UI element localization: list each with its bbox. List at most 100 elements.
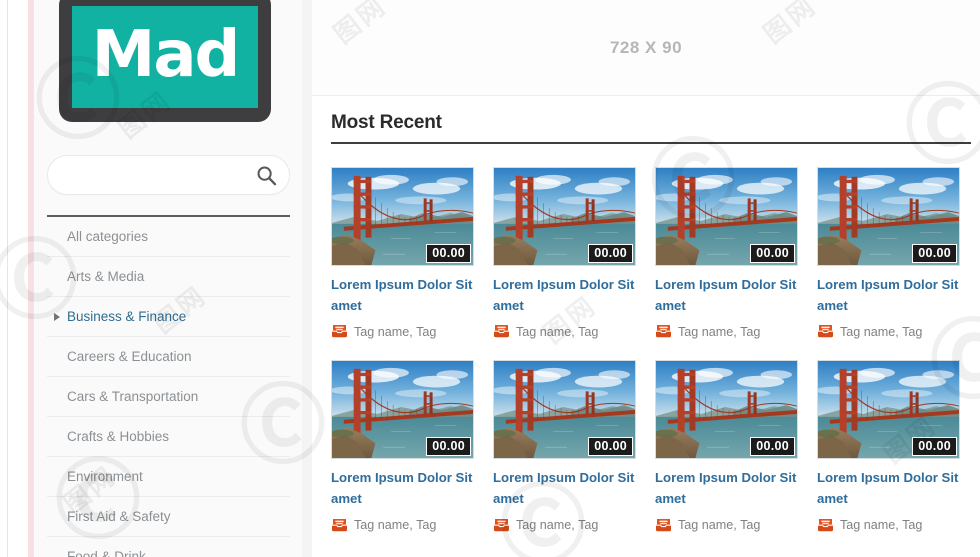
search-box[interactable] — [47, 155, 290, 195]
video-thumbnail[interactable]: 00.00 — [493, 167, 636, 266]
page-root: Mad All categories Arts & Media Business &… — [0, 0, 980, 557]
page-title: Most Recent — [331, 112, 442, 133]
sidebar-item-business-finance[interactable]: Business & Finance — [47, 297, 290, 337]
video-tags: Tag name, Tag — [493, 324, 655, 339]
duration-badge: 00.00 — [588, 243, 633, 263]
tag-icon — [493, 324, 510, 339]
sidebar-item-crafts-hobbies[interactable]: Crafts & Hobbies — [47, 417, 290, 457]
duration-badge: 00.00 — [750, 243, 795, 263]
sidebar: Mad All categories Arts & Media Business &… — [34, 0, 302, 557]
sidebar-item-label: Environment — [67, 469, 143, 484]
ad-banner-label: 728 X 90 — [609, 37, 683, 57]
video-title-link[interactable]: Lorem Ipsum Dolor Sit amet — [331, 467, 481, 509]
video-tags: Tag name, Tag — [655, 518, 817, 533]
caret-right-icon — [54, 312, 60, 321]
tag-label[interactable]: Tag name, Tag — [354, 325, 436, 339]
tag-icon — [493, 518, 510, 533]
duration-badge: 00.00 — [750, 436, 795, 457]
video-tags: Tag name, Tag — [331, 324, 493, 339]
logo-plate: Mad — [72, 6, 258, 108]
sidebar-item-label: All categories — [67, 229, 149, 244]
duration-badge: 00.00 — [588, 436, 633, 457]
video-tags: Tag name, Tag — [817, 324, 979, 339]
video-title-link[interactable]: Lorem Ipsum Dolor Sit amet — [817, 274, 967, 316]
ad-banner-slot[interactable]: 728 X 90 — [312, 0, 980, 96]
sidebar-item-label: Food & Drink — [67, 549, 146, 557]
tag-label[interactable]: Tag name, Tag — [678, 325, 760, 339]
video-thumbnail[interactable]: 00.00 — [655, 360, 798, 460]
video-card[interactable]: 00.00 Lorem Ipsum Dolor Sit amet Tag name,… — [331, 167, 493, 339]
video-thumbnail[interactable]: 00.00 — [493, 360, 636, 460]
tag-label[interactable]: Tag name, Tag — [840, 325, 922, 339]
video-card[interactable]: 00.00 Lorem Ipsum Dolor Sit amet Tag name,… — [817, 360, 979, 532]
tag-icon — [818, 518, 833, 531]
video-thumbnail[interactable]: 00.00 — [331, 167, 474, 266]
video-title-link[interactable]: Lorem Ipsum Dolor Sit amet — [493, 467, 643, 509]
video-card[interactable]: 00.00 Lorem Ipsum Dolor Sit amet Tag name,… — [493, 167, 655, 339]
tag-icon — [656, 325, 671, 338]
video-card[interactable]: 00.00 Lorem Ipsum Dolor Sit amet Tag name,… — [655, 167, 817, 339]
sidebar-item-environment[interactable]: Environment — [47, 457, 290, 497]
sidebar-item-label: Careers & Education — [67, 349, 192, 364]
sidebar-item-food-drink[interactable]: Food & Drink — [47, 537, 290, 557]
sidebar-item-cars-transportation[interactable]: Cars & Transportation — [47, 377, 290, 417]
tag-label[interactable]: Tag name, Tag — [354, 518, 436, 532]
sidebar-item-careers-education[interactable]: Careers & Education — [47, 337, 290, 377]
video-title-link[interactable]: Lorem Ipsum Dolor Sit amet — [817, 467, 967, 509]
sidebar-item-all-categories[interactable]: All categories — [47, 217, 290, 257]
search-input[interactable] — [64, 156, 259, 194]
tag-label[interactable]: Tag name, Tag — [516, 518, 598, 532]
tag-icon — [655, 518, 672, 533]
video-title-link[interactable]: Lorem Ipsum Dolor Sit amet — [655, 274, 805, 316]
tag-icon — [817, 518, 834, 533]
video-tags: Tag name, Tag — [817, 518, 979, 533]
tag-icon — [656, 518, 671, 531]
video-title-link[interactable]: Lorem Ipsum Dolor Sit amet — [331, 274, 481, 316]
sidebar-item-label: Cars & Transportation — [67, 389, 199, 404]
video-title-link[interactable]: Lorem Ipsum Dolor Sit amet — [655, 467, 805, 509]
gutter-stripe-left — [7, 0, 8, 557]
sidebar-item-label: First Aid & Safety — [67, 509, 171, 524]
duration-badge: 00.00 — [426, 243, 471, 263]
sidebar-item-label: Business & Finance — [67, 309, 187, 324]
section-header: Most Recent — [331, 112, 971, 144]
sidebar-item-label: Crafts & Hobbies — [67, 429, 170, 444]
video-title-link[interactable]: Lorem Ipsum Dolor Sit amet — [493, 274, 643, 316]
video-card[interactable]: 00.00 Lorem Ipsum Dolor Sit amet Tag name,… — [331, 360, 493, 532]
video-thumbnail[interactable]: 00.00 — [331, 360, 474, 460]
column-seam — [302, 0, 312, 557]
tag-icon — [331, 518, 348, 533]
tag-icon — [494, 518, 509, 531]
tag-icon — [331, 324, 348, 339]
sidebar-item-label: Arts & Media — [67, 269, 145, 284]
tag-label[interactable]: Tag name, Tag — [678, 518, 760, 532]
tag-label[interactable]: Tag name, Tag — [840, 518, 922, 532]
duration-badge: 00.00 — [912, 243, 957, 263]
category-list: All categories Arts & Media Business & Fin… — [47, 215, 290, 557]
section-divider — [331, 142, 971, 144]
duration-badge: 00.00 — [912, 436, 957, 457]
tag-icon — [818, 325, 833, 338]
video-tags: Tag name, Tag — [655, 324, 817, 339]
video-card[interactable]: 00.00 Lorem Ipsum Dolor Sit amet Tag name,… — [817, 167, 979, 339]
sidebar-item-first-aid-safety[interactable]: First Aid & Safety — [47, 497, 290, 537]
logo-text: Mad — [91, 18, 241, 92]
video-card[interactable]: 00.00 Lorem Ipsum Dolor Sit amet Tag name,… — [493, 360, 655, 532]
logo-frame: Mad — [59, 0, 271, 122]
site-logo[interactable]: Mad — [59, 0, 271, 122]
tag-label[interactable]: Tag name, Tag — [516, 325, 598, 339]
search-button[interactable] — [256, 165, 277, 186]
search-icon — [257, 166, 277, 186]
video-thumbnail[interactable]: 00.00 — [655, 167, 798, 266]
video-thumbnail[interactable]: 00.00 — [817, 360, 960, 460]
video-card[interactable]: 00.00 Lorem Ipsum Dolor Sit amet Tag name,… — [655, 360, 817, 532]
sidebar-item-arts-media[interactable]: Arts & Media — [47, 257, 290, 297]
video-tags: Tag name, Tag — [331, 518, 493, 533]
main-content: 728 X 90 Most Recent 00.00 Lorem Ipsum Do… — [312, 0, 980, 557]
tag-icon — [655, 324, 672, 339]
video-grid-row: 00.00 Lorem Ipsum Dolor Sit amet Tag name,… — [331, 360, 979, 532]
tag-icon — [494, 325, 509, 338]
tag-icon — [332, 325, 347, 338]
video-grid-row: 00.00 Lorem Ipsum Dolor Sit amet Tag name,… — [331, 167, 979, 339]
video-thumbnail[interactable]: 00.00 — [817, 167, 960, 266]
